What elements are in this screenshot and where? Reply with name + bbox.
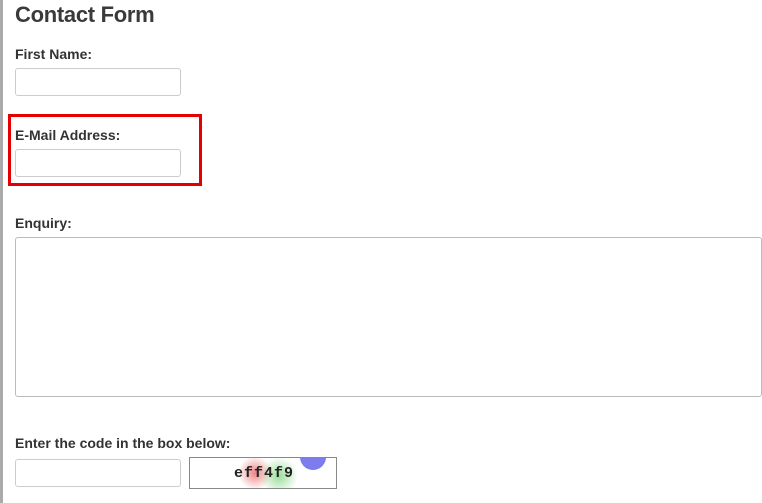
- first-name-group: First Name:: [3, 36, 762, 96]
- captcha-group: Enter the code in the box below: eff4f9: [3, 425, 762, 489]
- captcha-label: Enter the code in the box below:: [15, 435, 762, 451]
- captcha-image: eff4f9: [189, 457, 337, 489]
- captcha-row: eff4f9: [15, 457, 762, 489]
- page-title: Contact Form: [3, 0, 762, 36]
- captcha-code-text: eff4f9: [234, 465, 294, 482]
- enquiry-group: Enquiry:: [3, 205, 762, 397]
- email-label: E-Mail Address:: [15, 127, 762, 143]
- first-name-input[interactable]: [15, 68, 181, 96]
- email-input[interactable]: [15, 149, 181, 177]
- enquiry-textarea[interactable]: [15, 237, 762, 397]
- captcha-input[interactable]: [15, 459, 181, 487]
- enquiry-label: Enquiry:: [15, 215, 762, 231]
- email-group: E-Mail Address:: [3, 122, 762, 177]
- first-name-label: First Name:: [15, 46, 762, 62]
- captcha-decoration-icon: [300, 457, 326, 470]
